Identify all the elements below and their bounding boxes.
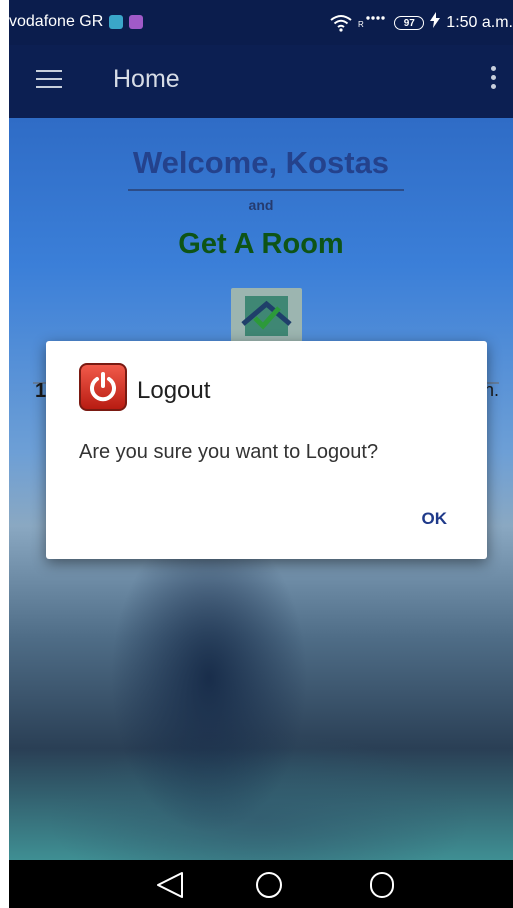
welcome-underline <box>128 189 404 191</box>
app-bar: Home <box>9 45 513 118</box>
ok-button[interactable]: OK <box>422 509 448 529</box>
back-icon[interactable] <box>154 870 186 900</box>
signal-icon: R <box>358 12 388 33</box>
notification-gallery-icon <box>129 15 143 29</box>
svg-text:R: R <box>358 20 364 28</box>
status-bar: vodafone GR R 97 1:50 a.m. <box>9 0 513 45</box>
background-text-fragment: 1 <box>35 380 47 402</box>
dialog-message: Are you sure you want to Logout? <box>79 441 379 463</box>
charging-icon <box>430 12 441 33</box>
notification-app-icon <box>109 15 123 29</box>
dialog-title: Logout <box>137 377 211 404</box>
wifi-icon <box>330 14 352 32</box>
power-icon <box>79 363 127 411</box>
app-logo-icon <box>231 288 302 343</box>
app-name-heading: Get A Room <box>178 228 344 260</box>
status-indicators: R 97 1:50 a.m. <box>330 12 513 33</box>
recents-icon[interactable] <box>366 870 398 900</box>
logout-dialog: Logout Are you sure you want to Logout? … <box>46 341 487 559</box>
and-text: and <box>248 197 274 213</box>
overflow-menu-icon[interactable] <box>491 66 497 93</box>
phone-screen: vodafone GR R 97 1:50 a.m. Home Welcome,… <box>9 0 513 908</box>
hamburger-menu-icon[interactable] <box>36 70 62 90</box>
page-title: Home <box>113 65 180 93</box>
welcome-heading: Welcome, Kostas <box>132 145 390 180</box>
battery-icon: 97 <box>394 15 425 30</box>
carrier-name: vodafone GR <box>9 13 104 30</box>
navigation-bar <box>9 860 513 908</box>
status-time: 1:50 a.m. <box>446 13 513 31</box>
home-icon[interactable] <box>253 870 285 900</box>
